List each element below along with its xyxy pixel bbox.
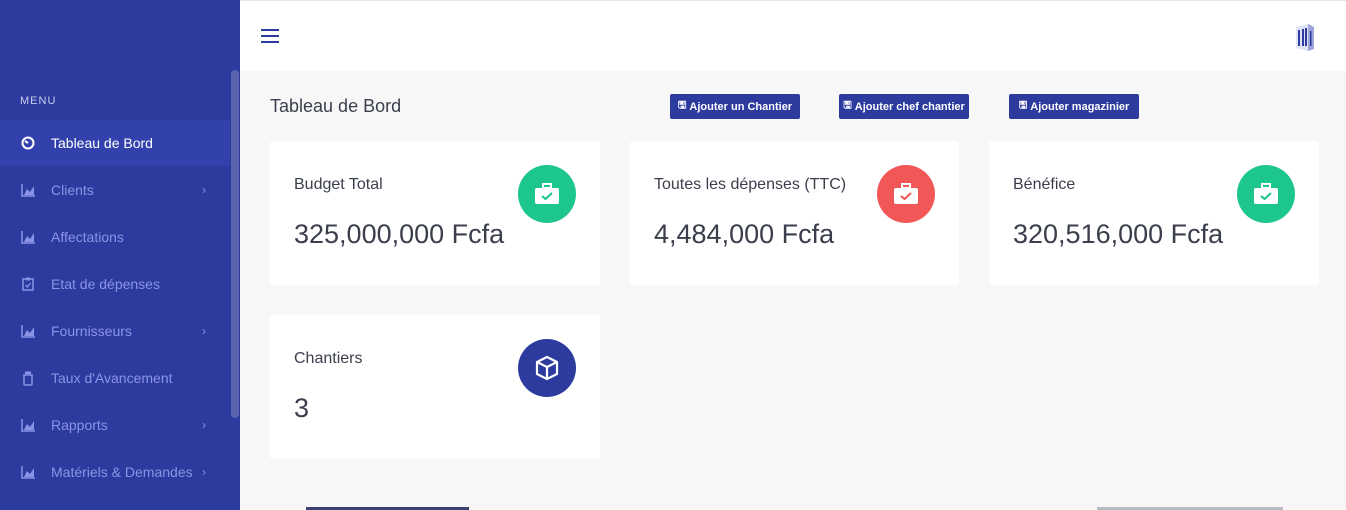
page-title: Tableau de Bord — [270, 96, 402, 116]
sidebar-item-fournisseurs[interactable]: Fournisseurs › — [0, 308, 230, 354]
chart-icon — [20, 464, 36, 480]
sidebar-item-label: Fournisseurs — [51, 323, 132, 339]
card-value: 320,516,000 Fcfa — [1013, 219, 1224, 249]
building-logo-icon — [1294, 23, 1316, 56]
sidebar-item-taux-avancement[interactable]: Taux d'Avancement — [0, 355, 230, 401]
budget-total-card: Budget Total 325,000,000 Fcfa — [270, 141, 600, 285]
depenses-card: Toutes les dépenses (TTC) 4,484,000 Fcfa — [630, 141, 959, 285]
topbar — [240, 0, 1346, 71]
card-label: Budget Total — [294, 176, 383, 193]
hamburger-menu-icon[interactable] — [261, 29, 279, 43]
save-icon: 🖫 — [843, 100, 852, 111]
sidebar-item-clients[interactable]: Clients › — [0, 167, 230, 213]
card-label: Chantiers — [294, 350, 363, 367]
card-value: 325,000,000 Fcfa — [294, 219, 505, 249]
chantiers-card: Chantiers 3 — [270, 315, 600, 459]
benefice-card: Bénéfice 320,516,000 Fcfa — [989, 141, 1319, 285]
menu-title: MENU — [20, 95, 57, 107]
briefcase-check-icon — [1237, 165, 1295, 223]
sidebar-item-materiels-demandes[interactable]: Matériels & Demandes › — [0, 449, 230, 495]
sidebar-item-rapports[interactable]: Rapports › — [0, 402, 230, 448]
chart-icon — [20, 229, 36, 245]
add-magazinier-button[interactable]: 🖫 Ajouter magazinier — [1009, 94, 1139, 119]
add-chantier-button[interactable]: 🖫 Ajouter un Chantier — [670, 94, 800, 119]
sidebar-item-tableau-de-bord[interactable]: Tableau de Bord — [0, 120, 230, 166]
briefcase-check-icon — [877, 165, 935, 223]
sidebar-item-affectations[interactable]: Affectations — [0, 214, 230, 260]
chevron-right-icon: › — [202, 324, 206, 338]
button-label: Ajouter un Chantier — [689, 100, 793, 113]
save-icon: 🖫 — [1018, 100, 1028, 111]
chevron-right-icon: › — [202, 418, 206, 432]
sidebar-item-label: Taux d'Avancement — [51, 370, 173, 386]
dashboard-icon — [20, 135, 36, 151]
save-icon: 🖫 — [677, 100, 687, 111]
sidebar-item-label: Etat de dépenses — [51, 276, 160, 292]
chart-icon — [20, 417, 36, 433]
button-label: Ajouter chef chantier — [854, 100, 965, 113]
sidebar: MENU Tableau de Bord Clients › Affectati… — [0, 0, 240, 510]
button-label: Ajouter magazinier — [1030, 100, 1130, 113]
cube-icon — [518, 339, 576, 397]
chart-icon — [20, 323, 36, 339]
sidebar-item-label: Clients — [51, 182, 94, 198]
chevron-right-icon: › — [202, 465, 206, 479]
sidebar-item-label: Matériels & Demandes — [51, 464, 193, 480]
card-label: Toutes les dépenses (TTC) — [654, 176, 847, 193]
jar-icon — [20, 370, 36, 386]
chevron-right-icon: › — [202, 183, 206, 197]
card-value: 4,484,000 Fcfa — [654, 219, 835, 249]
card-label: Bénéfice — [1013, 176, 1076, 193]
chart-icon — [20, 182, 36, 198]
sidebar-item-etat-de-depenses[interactable]: Etat de dépenses — [0, 261, 230, 307]
sidebar-item-label: Rapports — [51, 417, 108, 433]
briefcase-check-icon — [518, 165, 576, 223]
add-chef-chantier-button[interactable]: 🖫 Ajouter chef chantier — [839, 94, 969, 119]
clipboard-icon — [20, 276, 36, 292]
sidebar-scrollbar[interactable] — [231, 70, 239, 418]
sidebar-item-label: Tableau de Bord — [51, 135, 153, 151]
sidebar-item-label: Affectations — [51, 229, 124, 245]
card-value: 3 — [294, 393, 310, 423]
